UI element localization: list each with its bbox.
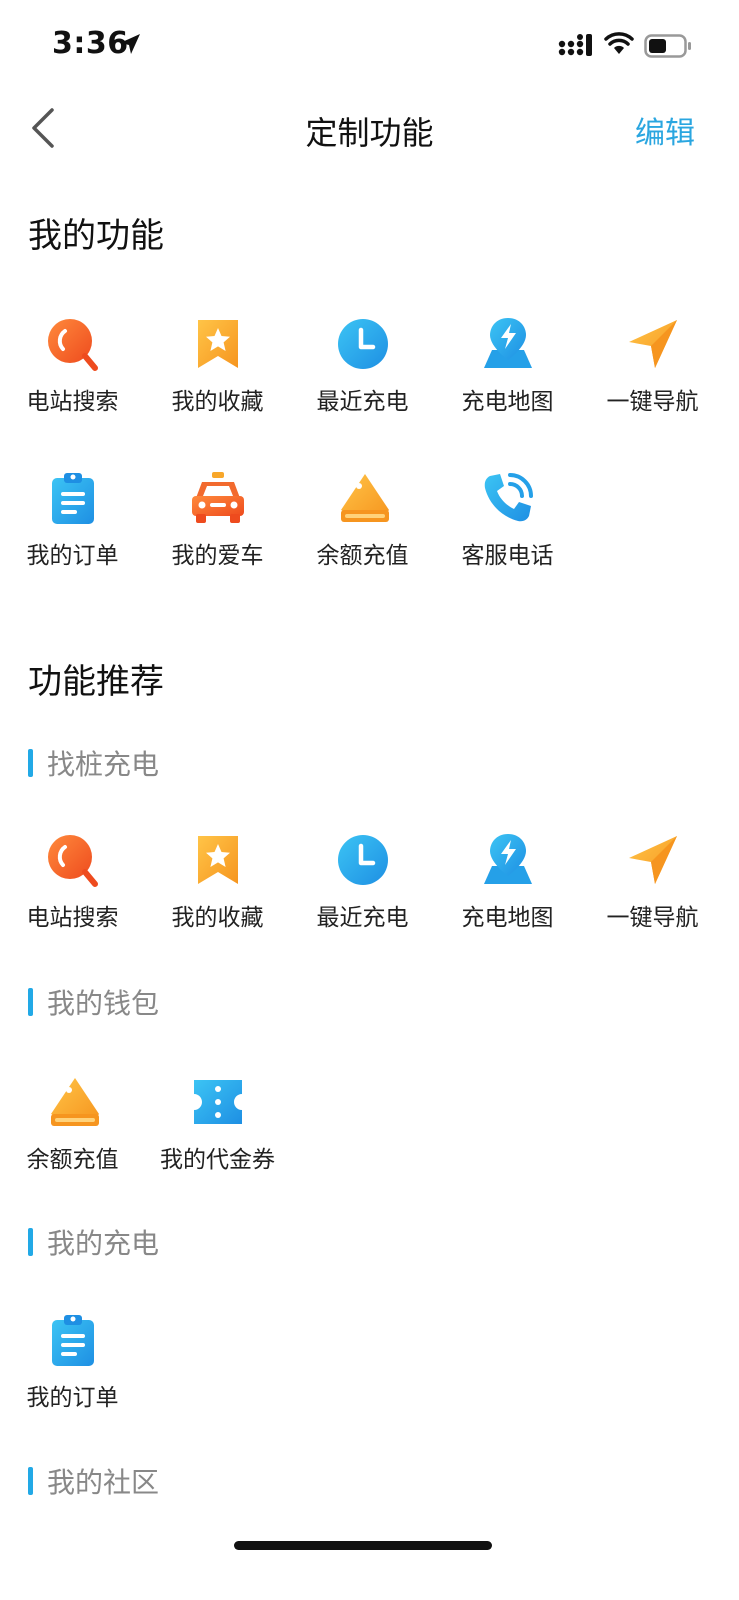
my-item-my-car[interactable]: 我的爱车 [145, 470, 290, 590]
edit-button[interactable]: 编辑 [635, 108, 695, 152]
my-functions-title: 我的功能 [28, 216, 164, 256]
wifi-icon [604, 32, 634, 54]
search-icon [45, 316, 101, 372]
item-label: 我的收藏 [171, 905, 264, 931]
rec-item-navigation[interactable]: 一键导航 [580, 832, 725, 952]
my-item-customer-service[interactable]: 客服电话 [435, 470, 580, 590]
item-label: 一键导航 [606, 389, 699, 415]
my-item-orders[interactable]: 我的订单 [0, 470, 145, 590]
map-pin-bolt-icon [480, 316, 536, 372]
item-label: 我的爱车 [171, 543, 264, 569]
item-label: 我的收藏 [171, 389, 264, 415]
clock-icon [335, 316, 391, 372]
group-title-text: 我的钱包 [47, 987, 160, 1020]
item-label: 我的代金券 [160, 1147, 275, 1173]
my-item-favorites[interactable]: 我的收藏 [145, 316, 290, 436]
item-label: 充电地图 [461, 389, 554, 415]
card-recharge-icon [335, 470, 391, 526]
item-label: 余额充值 [26, 1147, 119, 1173]
clipboard-icon [45, 470, 101, 526]
rec-item-orders[interactable]: 我的订单 [0, 1312, 145, 1432]
navigation-arrow-icon [625, 832, 681, 888]
item-label: 客服电话 [461, 543, 554, 569]
rec-item-station-search[interactable]: 电站搜索 [0, 832, 145, 952]
item-label: 最近充电 [316, 389, 409, 415]
rec-item-recent-charge[interactable]: 最近充电 [290, 832, 435, 952]
item-label: 余额充值 [316, 543, 409, 569]
my-item-recent-charge[interactable]: 最近充电 [290, 316, 435, 436]
item-label: 我的订单 [26, 543, 119, 569]
map-pin-bolt-icon [480, 832, 536, 888]
rec-item-recharge[interactable]: 余额充值 [0, 1074, 145, 1194]
battery-icon [644, 34, 691, 58]
star-bookmark-icon [190, 316, 246, 372]
group-title-text: 我的社区 [47, 1466, 160, 1499]
phone-icon [480, 470, 536, 526]
clock-icon [335, 832, 391, 888]
group-accent-bar [28, 749, 33, 777]
item-label: 最近充电 [316, 905, 409, 931]
rec-item-charge-map[interactable]: 充电地图 [435, 832, 580, 952]
recommended-title: 功能推荐 [28, 662, 164, 702]
my-item-recharge[interactable]: 余额充值 [290, 470, 435, 590]
my-item-charge-map[interactable]: 充电地图 [435, 316, 580, 436]
search-icon [45, 832, 101, 888]
my-item-station-search[interactable]: 电站搜索 [0, 316, 145, 436]
my-item-navigation[interactable]: 一键导航 [580, 316, 725, 436]
rec-item-vouchers[interactable]: 我的代金券 [145, 1074, 290, 1194]
group-title-text: 找桩充电 [47, 748, 160, 781]
navigation-arrow-icon [625, 316, 681, 372]
group-accent-bar [28, 1228, 33, 1256]
item-label: 充电地图 [461, 905, 554, 931]
item-label: 电站搜索 [26, 905, 119, 931]
voucher-icon [190, 1074, 246, 1130]
group-accent-bar [28, 988, 33, 1016]
star-bookmark-icon [190, 832, 246, 888]
location-arrow-icon [120, 34, 140, 54]
home-indicator [234, 1541, 492, 1550]
group-title-community: 我的社区 [28, 1461, 159, 1501]
group-title-my-charging: 我的充电 [28, 1222, 159, 1262]
group-title-wallet: 我的钱包 [28, 982, 159, 1022]
page-title: 定制功能 [305, 114, 434, 152]
item-label: 一键导航 [606, 905, 699, 931]
rec-item-favorites[interactable]: 我的收藏 [145, 832, 290, 952]
item-label: 电站搜索 [26, 389, 119, 415]
group-accent-bar [28, 1467, 33, 1495]
card-recharge-icon [45, 1074, 101, 1130]
group-title-find-charger: 找桩充电 [28, 743, 159, 783]
car-icon [190, 470, 246, 526]
group-title-text: 我的充电 [47, 1227, 160, 1260]
clipboard-icon [45, 1312, 101, 1368]
cellular-signal-icon [558, 34, 592, 56]
item-label: 我的订单 [26, 1385, 119, 1411]
